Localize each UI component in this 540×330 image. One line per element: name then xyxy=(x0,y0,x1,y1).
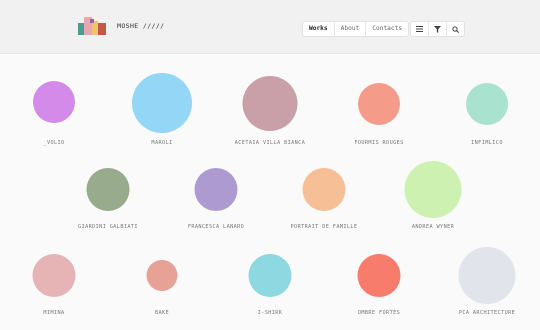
project-label[interactable]: FRANCESCA LANARO xyxy=(188,224,244,230)
project-card[interactable]: ANDREA WYNER xyxy=(404,161,462,230)
project-card[interactable]: GIARDINI GALBIATI xyxy=(78,168,138,230)
nav-contacts[interactable]: Contacts xyxy=(366,22,408,36)
project-circle[interactable] xyxy=(86,168,130,211)
project-card[interactable]: PORTRAIT DE FAMILLE xyxy=(291,168,357,230)
project-circle[interactable] xyxy=(404,161,462,218)
list-view-button[interactable] xyxy=(411,22,429,36)
project-card[interactable]: ACETAIA VILLA BIANCA xyxy=(235,76,305,146)
brand-name[interactable]: MOSHE ///// xyxy=(117,22,164,30)
project-card[interactable]: I-SHIRK xyxy=(248,254,292,316)
search-button[interactable] xyxy=(447,22,464,36)
view-tools xyxy=(410,21,465,37)
project-card[interactable]: _VOLIO xyxy=(33,81,75,146)
project-circle[interactable] xyxy=(458,247,516,304)
project-card[interactable]: FRANCESCA LANARO xyxy=(188,168,244,230)
project-circle[interactable] xyxy=(132,73,192,133)
project-label[interactable]: PCA ARCHITECTURE xyxy=(459,310,515,316)
project-label[interactable]: OMBRE FORTÈS xyxy=(358,310,400,316)
project-circle[interactable] xyxy=(248,254,292,297)
project-card[interactable]: PCA ARCHITECTURE xyxy=(458,247,516,316)
logo-block xyxy=(98,23,106,35)
projects-grid: _VOLIO MAROLI ACETAIA VILLA BIANCA FOURM… xyxy=(0,54,540,330)
project-label[interactable]: BAKE xyxy=(155,310,169,316)
list-icon xyxy=(416,26,423,32)
project-label[interactable]: GIARDINI GALBIATI xyxy=(78,224,138,230)
project-label[interactable]: ACETAIA VILLA BIANCA xyxy=(235,140,305,146)
project-circle[interactable] xyxy=(466,83,508,125)
filter-button[interactable] xyxy=(429,22,447,36)
project-label[interactable]: PORTRAIT DE FAMILLE xyxy=(291,224,358,230)
project-circle[interactable] xyxy=(194,168,238,211)
project-circle[interactable] xyxy=(358,83,400,125)
project-card[interactable]: INFIMLICO xyxy=(466,83,508,146)
main-nav: Works About Contacts xyxy=(302,21,410,37)
logo-block xyxy=(90,19,94,23)
project-circle[interactable] xyxy=(33,81,75,123)
project-label[interactable]: ANDREA WYNER xyxy=(412,224,454,230)
project-card[interactable]: MIMINA xyxy=(32,254,76,316)
filter-icon xyxy=(434,25,441,33)
project-label[interactable]: FOURMIS ROUGES xyxy=(354,140,403,146)
project-card[interactable]: OMBRE FORTÈS xyxy=(357,254,401,316)
project-card[interactable]: FOURMIS ROUGES xyxy=(354,83,403,146)
project-card[interactable]: BAKE xyxy=(146,260,178,316)
nav-about[interactable]: About xyxy=(335,22,367,36)
project-label[interactable]: MAROLI xyxy=(151,140,172,146)
project-label[interactable]: INFIMLICO xyxy=(471,140,503,146)
header: MOSHE ///// Works About Contacts xyxy=(0,0,540,54)
project-circle[interactable] xyxy=(357,254,401,297)
search-icon xyxy=(452,25,459,33)
project-label[interactable]: I-SHIRK xyxy=(258,310,283,316)
project-circle[interactable] xyxy=(302,168,346,211)
project-label[interactable]: MIMINA xyxy=(43,310,64,316)
project-label[interactable]: _VOLIO xyxy=(43,140,64,146)
project-circle[interactable] xyxy=(242,76,298,131)
brand-logo[interactable] xyxy=(78,17,108,35)
project-circle[interactable] xyxy=(32,254,76,297)
project-card[interactable]: MAROLI xyxy=(132,73,192,146)
project-circle[interactable] xyxy=(146,260,178,291)
nav-works[interactable]: Works xyxy=(303,22,335,36)
